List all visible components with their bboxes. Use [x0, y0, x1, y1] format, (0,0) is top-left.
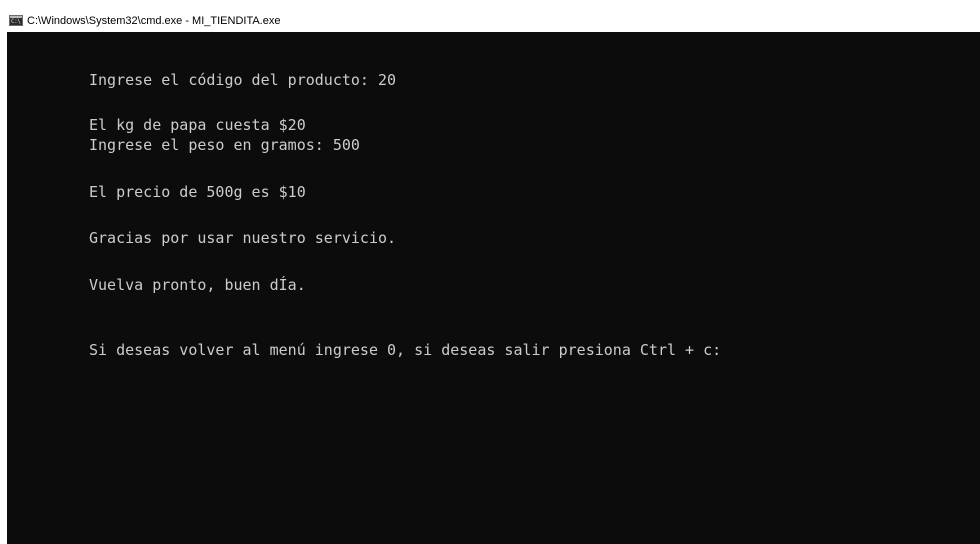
console-line-product-code: Ingrese el código del producto: 20	[89, 71, 397, 89]
console-line-weight-input: Ingrese el peso en gramos: 500	[89, 136, 360, 154]
console-line-total-price: El precio de 500g es $10	[89, 183, 306, 201]
cmd-icon-glyph: C:\	[11, 18, 21, 25]
console-line-menu-prompt: Si deseas volver al menú ingrese 0, si d…	[89, 341, 722, 359]
title-bar[interactable]: C:\ C:\Windows\System32\cmd.exe - MI_TIE…	[7, 10, 980, 32]
console-window: C:\ C:\Windows\System32\cmd.exe - MI_TIE…	[7, 10, 980, 544]
console-line-goodbye: Vuelva pronto, buen dÍa.	[89, 276, 306, 294]
cmd-icon[interactable]: C:\	[9, 15, 23, 26]
window-title: C:\Windows\System32\cmd.exe - MI_TIENDIT…	[27, 15, 281, 27]
console-output[interactable]: Ingrese el código del producto: 20 El kg…	[7, 32, 980, 544]
screenshot: C:\ C:\Windows\System32\cmd.exe - MI_TIE…	[0, 0, 980, 544]
console-line-price-per-kg: El kg de papa cuesta $20	[89, 116, 306, 134]
console-line-thanks: Gracias por usar nuestro servicio.	[89, 229, 397, 247]
